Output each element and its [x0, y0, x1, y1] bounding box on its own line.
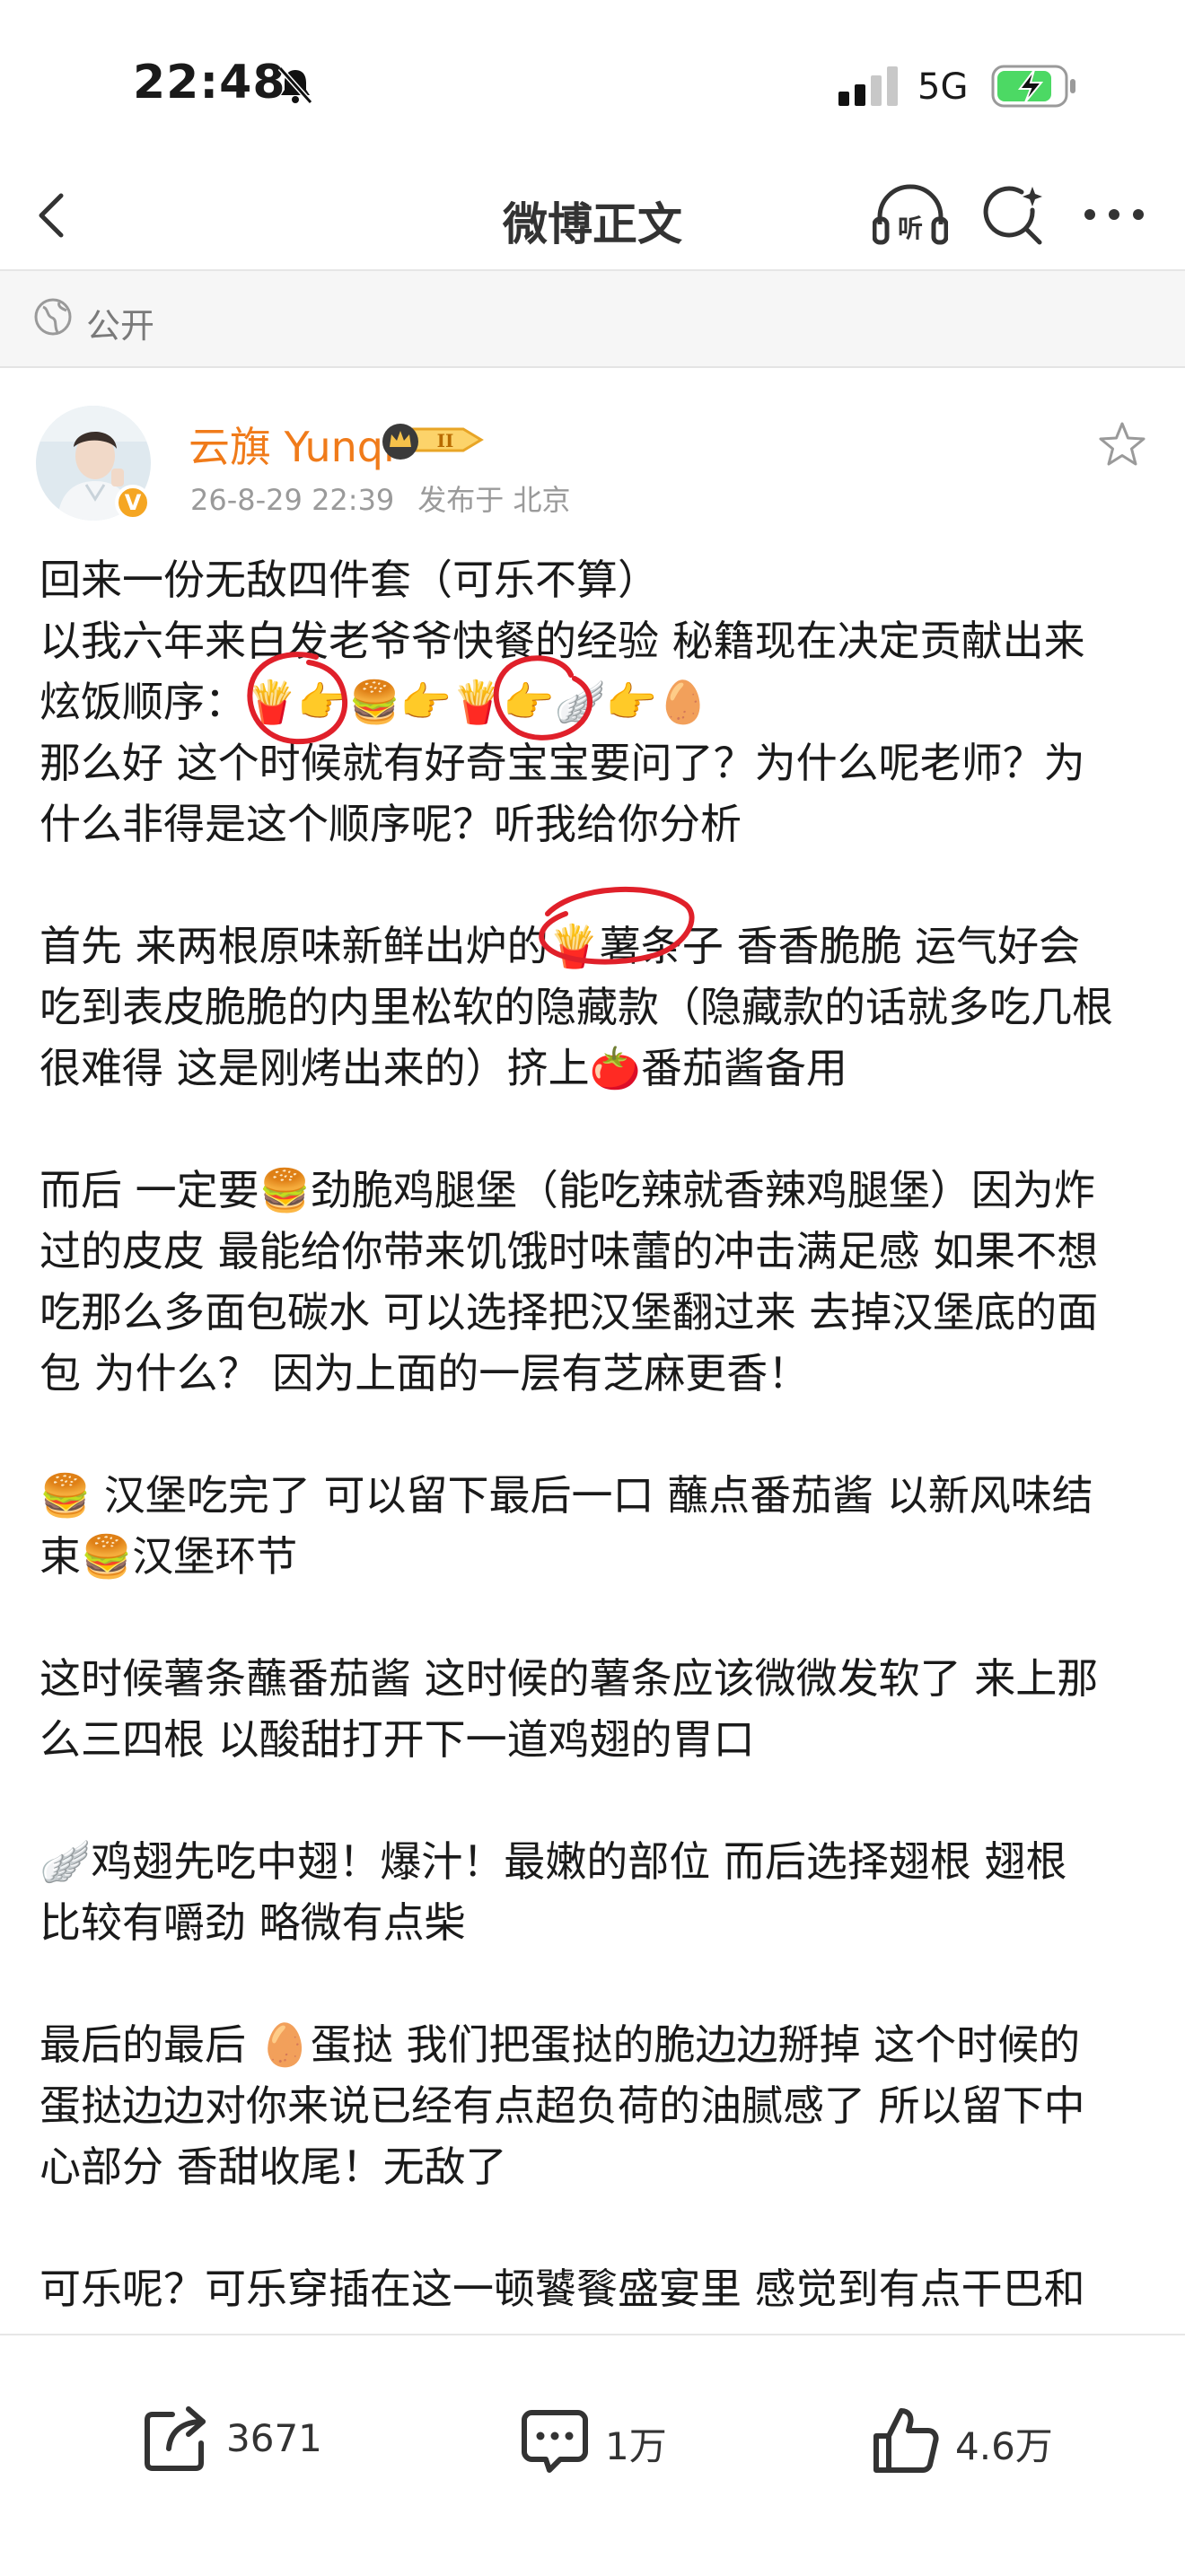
post-date: 26-8-29 22:39 [190, 483, 395, 517]
annotation-circle [247, 652, 348, 745]
like-icon [873, 2408, 939, 2473]
sparkle-search-icon[interactable] [980, 183, 1045, 248]
post-line: 最后的最后 🥚蛋挞 我们把蛋挞的脆边边掰掉 这个时候的 [40, 2020, 1081, 2069]
post-line: 心部分 香甜收尾！无敌了 [40, 2142, 507, 2191]
post-line: 比较有嚼劲 略微有点柴 [40, 1898, 466, 1947]
post-line: 过的皮皮 最能给你带来饥饿时味蕾的冲击满足感 如果不想 [40, 1227, 1099, 1275]
repost-icon [145, 2406, 206, 2471]
status-time: 22:48 [133, 56, 286, 110]
status-bar: 22:48 5G [0, 0, 1185, 162]
post-line: 束🍔汉堡环节 [40, 1532, 298, 1581]
comment-count: 1万 [605, 2424, 667, 2468]
battery-charging-icon [991, 65, 1075, 108]
annotation-circle [539, 886, 695, 965]
star-icon[interactable] [1097, 420, 1147, 470]
post-source: 发布于 北京 [417, 483, 571, 517]
verified-badge: V [115, 485, 151, 521]
bell-off-icon [277, 66, 313, 105]
post-line: 吃那么多面包碳水 可以选择把汉堡翻过来 去掉汉堡底的面 [40, 1288, 1099, 1336]
post-content: 回来一份无敌四件套（可乐不算） 以我六年来白发老爷爷快餐的经验 秘籍现在决定贡献… [40, 549, 1149, 2334]
visibility-label: 公开 [86, 306, 155, 346]
post-line: 🍔 汉堡吃完了 可以留下最后一口 蘸点番茄酱 以新风味结 [40, 1471, 1093, 1520]
crown-badge-icon[interactable]: II [381, 416, 488, 463]
globe-icon [34, 298, 72, 336]
post-line: 什么非得是这个顺序呢？听我给你分析 [40, 800, 742, 848]
post-line: 很难得 这是刚烤出来的）挤上🍅番茄酱备用 [40, 1044, 847, 1092]
post-line: 可乐呢？可乐穿插在这一顿饕餮盛宴里 感觉到有点干巴和 [40, 2265, 1085, 2313]
nav-bar: 微博正文 听 [0, 162, 1185, 271]
post-line: 而后 一定要🍔劲脆鸡腿堡（能吃辣就香辣鸡腿堡）因为炸 [40, 1166, 1095, 1214]
comment-icon [522, 2410, 588, 2473]
signal-icon [838, 66, 898, 106]
action-bar: 3671 1万 4.6万 [0, 2334, 1185, 2576]
post-line: 吃到表皮脆脆的内里松软的隐藏款（隐藏款的话就多吃几根 [40, 983, 1113, 1031]
repost-count: 3671 [226, 2416, 322, 2460]
more-icon[interactable] [1081, 192, 1147, 237]
annotation-circle [493, 655, 592, 740]
post-line: 🪽鸡翅先吃中翅！爆汁！最嫩的部位 而后选择翅根 翅根 [40, 1837, 1067, 1886]
listen-icon[interactable]: 听 [873, 181, 948, 250]
post-meta: 26-8-29 22:39 发布于 北京 [190, 478, 570, 519]
author-name[interactable]: 云旗 Yunqi [189, 415, 395, 474]
network-type: 5G [917, 66, 969, 108]
post-line: 这时候薯条蘸番茄酱 这时候的薯条应该微微发软了 来上那 [40, 1654, 1099, 1703]
post-line: 回来一份无敌四件套（可乐不算） [40, 556, 659, 604]
like-count: 4.6万 [955, 2424, 1053, 2468]
svg-text:II: II [437, 430, 454, 451]
svg-text:听: 听 [898, 214, 923, 243]
post-line: 么三四根 以酸甜打开下一道鸡翅的胃口 [40, 1715, 755, 1764]
visibility-row: 公开 [0, 271, 1185, 368]
post-line: 包 为什么？ 因为上面的一层有芝麻更香！ [40, 1349, 810, 1398]
post-line: 蛋挞边边对你来说已经有点超负荷的油腻感了 所以留下中 [40, 2081, 1085, 2130]
